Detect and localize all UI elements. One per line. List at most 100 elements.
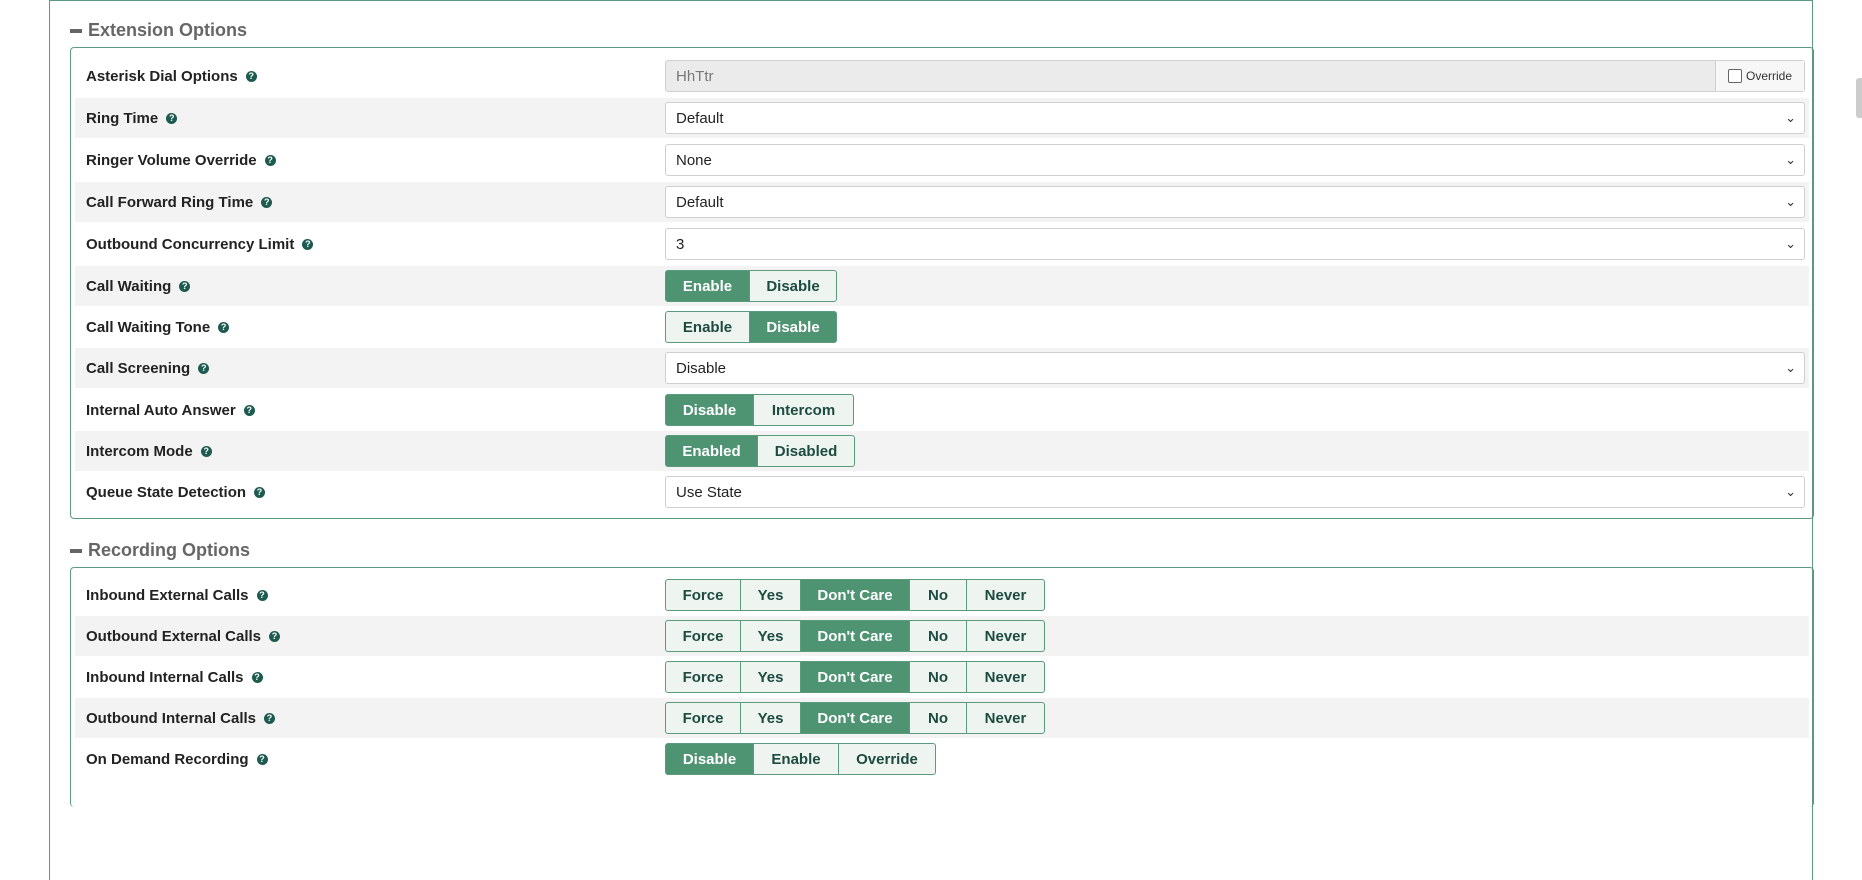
row-intercom-mode: Intercom Mode ? Enabled Disabled (75, 431, 1809, 471)
yes-button[interactable]: Yes (740, 579, 801, 611)
dont-care-button[interactable]: Don't Care (800, 702, 910, 734)
recording-options-fieldset: Inbound External Calls ? Force Yes Don't… (70, 567, 1814, 807)
question-circle-icon[interactable]: ? (264, 154, 276, 166)
disable-button[interactable]: Disable (749, 270, 837, 302)
row-asterisk-dial-options: Asterisk Dial Options ? HhTtr Override (75, 56, 1809, 96)
question-circle-icon[interactable]: ? (198, 362, 210, 374)
force-button[interactable]: Force (665, 579, 741, 611)
never-button[interactable]: Never (966, 579, 1045, 611)
row-call-waiting-tone: Call Waiting Tone ? Enable Disable (75, 307, 1809, 347)
queue-state-detection-select[interactable]: Use State ⌄ (665, 476, 1805, 508)
control: Default ⌄ (665, 102, 1805, 134)
chevron-down-icon: ⌄ (1785, 236, 1796, 251)
dont-care-button[interactable]: Don't Care (800, 620, 910, 652)
intercom-mode-toggle: Enabled Disabled (665, 435, 855, 467)
question-circle-icon[interactable]: ? (245, 70, 257, 82)
enable-button[interactable]: Enable (665, 311, 750, 343)
row-ringer-volume-override: Ringer Volume Override ? None ⌄ (75, 140, 1809, 180)
question-circle-icon[interactable]: ? (302, 238, 314, 250)
field-label: On Demand Recording ? (86, 751, 268, 768)
control: Disable Intercom (665, 394, 854, 426)
question-circle-icon[interactable]: ? (256, 753, 268, 765)
field-label: Ringer Volume Override ? (86, 152, 276, 169)
control: Force Yes Don't Care No Never (665, 702, 1045, 734)
no-button[interactable]: No (909, 579, 967, 611)
yes-button[interactable]: Yes (740, 702, 801, 734)
call-forward-ring-time-select[interactable]: Default ⌄ (665, 186, 1805, 218)
no-button[interactable]: No (909, 702, 967, 734)
label-text: Call Waiting (86, 277, 172, 295)
enable-button[interactable]: Enable (753, 743, 839, 775)
row-call-screening: Call Screening ? Disable ⌄ (75, 348, 1809, 388)
override-button[interactable]: Override (838, 743, 936, 775)
question-circle-icon[interactable]: ? (261, 196, 273, 208)
minus-icon (70, 548, 82, 553)
extension-options-fieldset: Asterisk Dial Options ? HhTtr Override R… (70, 47, 1814, 519)
select-value: None (676, 151, 712, 169)
disable-button[interactable]: Disable (665, 394, 754, 426)
never-button[interactable]: Never (966, 620, 1045, 652)
extension-options-header[interactable]: Extension Options (70, 20, 247, 41)
control: Enable Disable (665, 270, 837, 302)
question-circle-icon[interactable]: ? (269, 630, 281, 642)
never-button[interactable]: Never (966, 661, 1045, 693)
yes-button[interactable]: Yes (740, 620, 801, 652)
no-button[interactable]: No (909, 661, 967, 693)
label-text: Asterisk Dial Options (86, 67, 238, 85)
force-button[interactable]: Force (665, 702, 741, 734)
question-circle-icon[interactable]: ? (200, 445, 212, 457)
enabled-button[interactable]: Enabled (665, 435, 758, 467)
yes-button[interactable]: Yes (740, 661, 801, 693)
field-label: Internal Auto Answer ? (86, 402, 255, 419)
field-label: Inbound Internal Calls ? (86, 669, 263, 686)
question-circle-icon[interactable]: ? (264, 712, 276, 724)
control: Force Yes Don't Care No Never (665, 661, 1045, 693)
question-circle-icon[interactable]: ? (251, 671, 263, 683)
disable-button[interactable]: Disable (749, 311, 837, 343)
control: Enabled Disabled (665, 435, 855, 467)
internal-auto-answer-toggle: Disable Intercom (665, 394, 854, 426)
label-text: Outbound External Calls (86, 627, 262, 645)
enable-button[interactable]: Enable (665, 270, 750, 302)
disabled-button[interactable]: Disabled (757, 435, 855, 467)
dont-care-button[interactable]: Don't Care (800, 661, 910, 693)
inbound-external-recording-toggle: Force Yes Don't Care No Never (665, 579, 1045, 611)
dont-care-button[interactable]: Don't Care (800, 579, 910, 611)
field-label: Queue State Detection ? (86, 484, 266, 501)
control: Force Yes Don't Care No Never (665, 620, 1045, 652)
concurrency-limit-select[interactable]: 3 ⌄ (665, 228, 1805, 260)
no-button[interactable]: No (909, 620, 967, 652)
label-text: Ring Time (86, 109, 159, 127)
never-button[interactable]: Never (966, 702, 1045, 734)
call-waiting-tone-toggle: Enable Disable (665, 311, 837, 343)
row-call-waiting: Call Waiting ? Enable Disable (75, 266, 1809, 306)
control: Disable Enable Override (665, 743, 936, 775)
intercom-button[interactable]: Intercom (753, 394, 854, 426)
question-circle-icon[interactable]: ? (179, 280, 191, 292)
disable-button[interactable]: Disable (665, 743, 754, 775)
question-circle-icon[interactable]: ? (243, 404, 255, 416)
dial-options-input[interactable]: HhTtr Override (665, 60, 1805, 92)
inbound-internal-recording-toggle: Force Yes Don't Care No Never (665, 661, 1045, 693)
call-screening-select[interactable]: Disable ⌄ (665, 352, 1805, 384)
ring-time-select[interactable]: Default ⌄ (665, 102, 1805, 134)
call-waiting-toggle: Enable Disable (665, 270, 837, 302)
label-text: Inbound External Calls (86, 586, 249, 604)
row-internal-auto-answer: Internal Auto Answer ? Disable Intercom (75, 390, 1809, 430)
field-label: Outbound External Calls ? (86, 627, 281, 645)
question-circle-icon[interactable]: ? (218, 321, 230, 333)
question-circle-icon[interactable]: ? (254, 486, 266, 498)
page-scroll-handle[interactable] (1856, 78, 1862, 118)
field-label: Outbound Internal Calls ? (86, 710, 276, 727)
ringer-volume-select[interactable]: None ⌄ (665, 144, 1805, 176)
question-circle-icon[interactable]: ? (256, 589, 268, 601)
recording-options-header[interactable]: Recording Options (70, 540, 250, 561)
force-button[interactable]: Force (665, 661, 741, 693)
checkbox-icon[interactable] (1727, 69, 1742, 83)
force-button[interactable]: Force (665, 620, 741, 652)
field-label: Call Screening ? (86, 360, 210, 377)
field-label: Call Waiting Tone ? (86, 319, 230, 336)
override-toggle[interactable]: Override (1715, 61, 1804, 91)
control: Use State ⌄ (665, 476, 1805, 508)
question-circle-icon[interactable]: ? (166, 112, 178, 124)
